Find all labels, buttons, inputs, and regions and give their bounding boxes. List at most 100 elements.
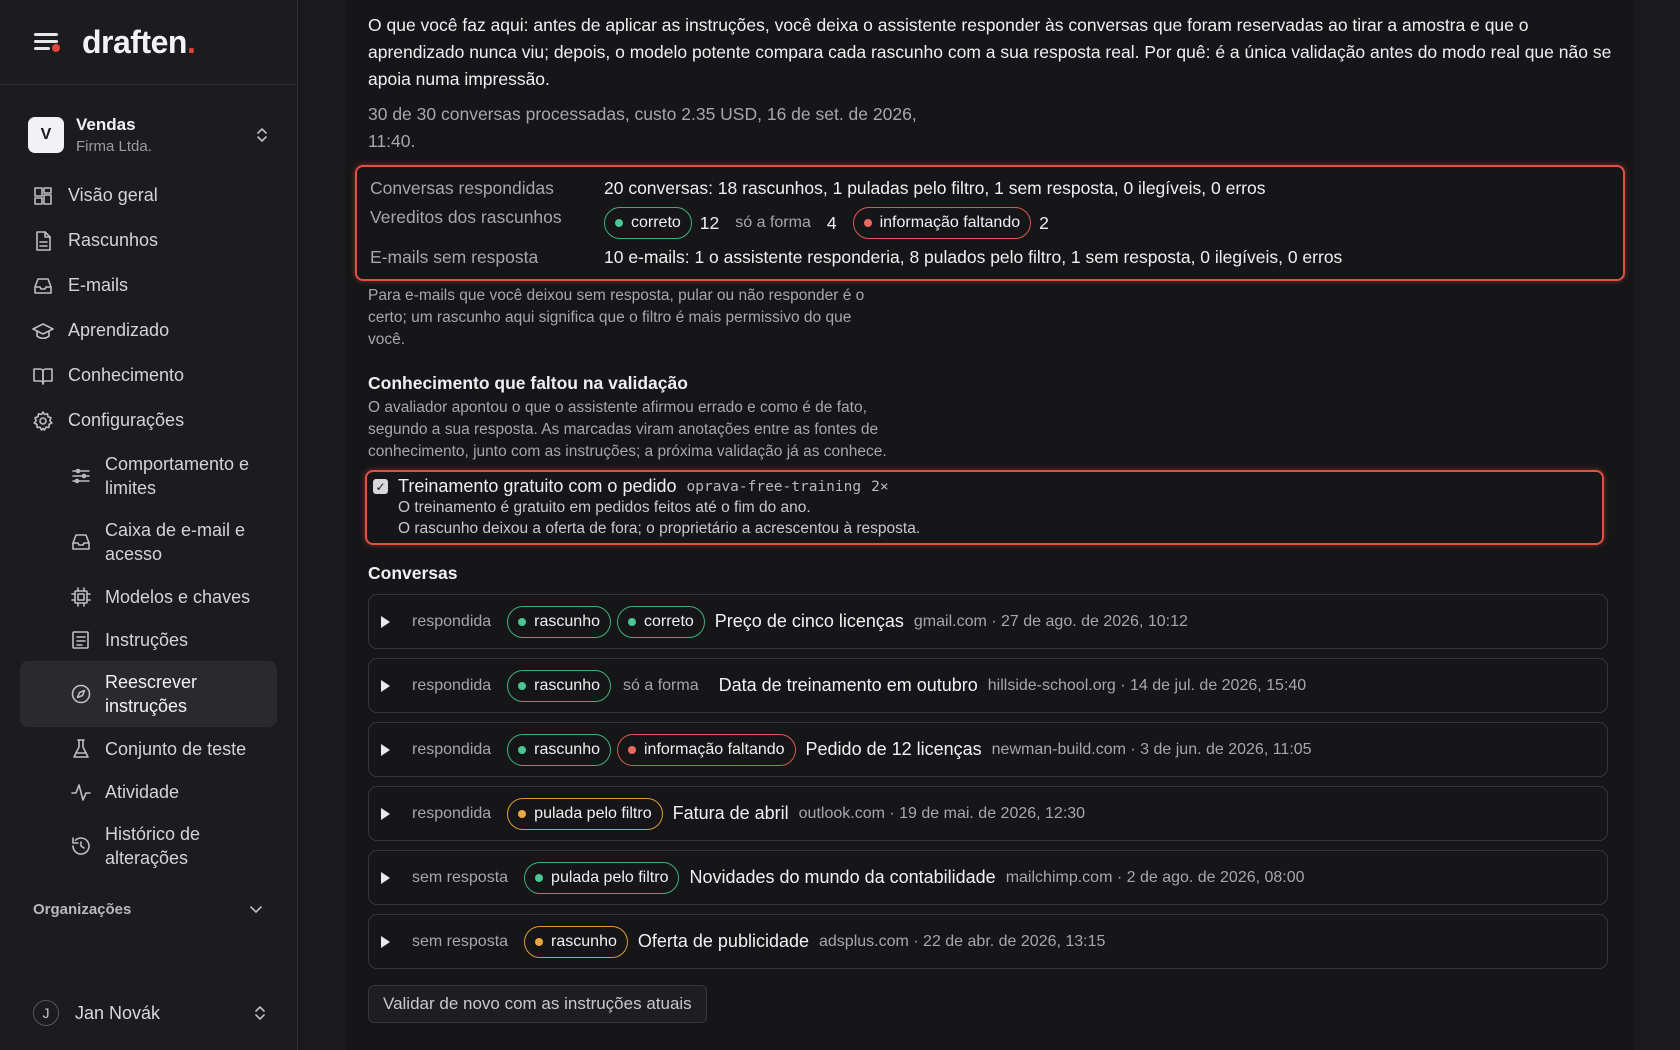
- subnav-item-instructions[interactable]: Instruções: [20, 618, 277, 661]
- book-icon: [33, 367, 53, 385]
- expand-triangle-icon[interactable]: [381, 871, 390, 884]
- conversation-state: respondida: [412, 740, 492, 758]
- workspace-switcher[interactable]: V Vendas Firma Ltda.: [0, 85, 297, 169]
- expand-triangle-icon[interactable]: [381, 935, 390, 948]
- conversation-meta: gmail.com · 27 de ago. de 2026, 10:12: [913, 612, 1188, 630]
- subnav-label: Modelos e chaves: [105, 586, 251, 607]
- conversation-subject: Oferta de publicidade: [637, 931, 809, 951]
- nav-item-overview[interactable]: Visão geral: [0, 173, 297, 218]
- chip-icon: [71, 586, 91, 607]
- organizations-label: Organizações: [33, 901, 132, 918]
- summary-label: E-mails sem resposta: [370, 247, 539, 267]
- summary-row-verdicts: Vereditos dos rascunhos correto 12 só a …: [370, 205, 1610, 241]
- inbox-icon: [72, 534, 90, 550]
- subnav-label: Caixa de e-mail e acesso: [105, 520, 246, 564]
- conversation-row[interactable]: respondida rascunho correto Preço de cinco …: [368, 594, 1608, 649]
- conversation-meta: newman-build.com · 3 de jun. de 2026, 11…: [991, 740, 1312, 758]
- gap-title: Treinamento gratuito com o pedido: [398, 476, 677, 496]
- graduation-cap-icon: [32, 322, 54, 339]
- nav-item-knowledge[interactable]: Conhecimento: [0, 353, 297, 398]
- organizations-section[interactable]: Organizações: [0, 901, 297, 918]
- conversation-row[interactable]: sem resposta rascunho Oferta de publicidad…: [368, 914, 1608, 969]
- chevron-down-icon: [250, 905, 262, 913]
- expand-triangle-icon[interactable]: [381, 743, 390, 756]
- verdict-count-correct: 12: [699, 212, 720, 233]
- conversation-subject: Preço de cinco licenças: [714, 611, 904, 631]
- unanswered-note: Para e-mails que você deixou sem respost…: [368, 287, 865, 348]
- flask-icon: [73, 738, 89, 758]
- gap-count: 2×: [871, 478, 889, 495]
- expand-triangle-icon[interactable]: [381, 679, 390, 692]
- conversation-state: respondida: [412, 804, 492, 822]
- subnav-item-mailbox[interactable]: Caixa de e-mail e acesso: [20, 509, 277, 575]
- main-nav: Visão geral Rascunhos E-mails Aprendizad…: [0, 169, 297, 883]
- gap-checkbox[interactable]: ✓: [373, 479, 388, 494]
- main-content: O que você faz aqui: antes de aplicar as…: [346, 0, 1634, 1050]
- subnav-item-activity[interactable]: Atividade: [20, 770, 277, 813]
- conversation-badge: rascunho: [507, 605, 611, 638]
- summary-row-answered: Conversas respondidas 20 conversas: 18 r…: [370, 172, 1610, 205]
- inbox-icon: [34, 277, 52, 294]
- conversation-subject: Fatura de abril: [672, 803, 789, 823]
- summary-row-unanswered: E-mails sem resposta 10 e-mails: 1 o ass…: [370, 241, 1610, 274]
- conversation-state: respondida: [412, 676, 492, 694]
- nav-item-drafts[interactable]: Rascunhos: [0, 218, 297, 263]
- user-menu[interactable]: J Jan Novák: [33, 1000, 267, 1026]
- conversation-meta: outlook.com · 19 de mai. de 2026, 12:30: [798, 804, 1086, 822]
- conversation-subject: Pedido de 12 licenças: [805, 739, 982, 759]
- workspace-avatar: V: [28, 117, 64, 153]
- conversation-state: sem resposta: [412, 932, 509, 950]
- nav-item-label: E-mails: [68, 275, 129, 295]
- gap-fact: O treinamento é gratuito em pedidos feit…: [398, 499, 811, 516]
- conversation-badge: só a forma: [623, 676, 699, 694]
- verdict-badge-missing: informação faltando: [852, 207, 1032, 239]
- nav-item-label: Aprendizado: [68, 320, 170, 340]
- conversation-badge: rascunho: [524, 925, 628, 958]
- menu-icon[interactable]: [34, 31, 60, 53]
- conversation-row[interactable]: respondida pulada pelo filtro Fatura de ab…: [368, 786, 1608, 841]
- subnav-item-history[interactable]: Histórico de alterações: [20, 813, 277, 879]
- summary-label: Vereditos dos rascunhos: [370, 207, 562, 227]
- nav-item-learning[interactable]: Aprendizado: [0, 308, 297, 353]
- chevron-updown-icon: [255, 1006, 265, 1020]
- conversation-row[interactable]: sem resposta pulada pelo filtro Novidades …: [368, 850, 1608, 905]
- workspace-name: Vendas: [76, 115, 136, 134]
- conversation-state: sem resposta: [412, 868, 509, 886]
- gap-reason: O rascunho deixou a oferta de fora; o pr…: [398, 520, 921, 537]
- nav-item-emails[interactable]: E-mails: [0, 263, 297, 308]
- verdict-label-form: só a forma: [735, 214, 811, 231]
- verdict-badge-correct: correto: [604, 207, 692, 239]
- conversations-title: Conversas: [368, 563, 458, 583]
- subnav-item-rewrite-instructions[interactable]: Reescrever instruções: [20, 661, 277, 727]
- validation-summary: Conversas respondidas 20 conversas: 18 r…: [355, 165, 1625, 281]
- chevron-updown-icon: [255, 126, 269, 144]
- expand-triangle-icon[interactable]: [381, 807, 390, 820]
- logo[interactable]: draften.: [82, 24, 196, 61]
- conversation-state: respondida: [412, 612, 492, 630]
- gap-code: oprava-free-training: [686, 478, 862, 495]
- gap-section-title: Conhecimento que faltou na validação: [368, 373, 688, 393]
- conversation-row[interactable]: respondida rascunho informação faltando Ped…: [368, 722, 1608, 777]
- revalidate-button[interactable]: Validar de novo com as instruções atuais: [368, 985, 707, 1023]
- summary-value: 20 conversas: 18 rascunhos, 1 puladas pe…: [604, 178, 1266, 198]
- expand-triangle-icon[interactable]: [381, 615, 390, 628]
- verdict-count-form: 4: [826, 212, 837, 233]
- intro-text: O que você faz aqui: antes de aplicar as…: [368, 15, 1612, 89]
- subnav-item-test-set[interactable]: Conjunto de teste: [20, 727, 277, 770]
- conversation-badge: pulada pelo filtro: [507, 797, 663, 830]
- subnav-item-models[interactable]: Modelos e chaves: [20, 575, 277, 618]
- conversation-meta: hillside-school.org · 14 de jul. de 2026…: [987, 676, 1307, 694]
- nav-item-label: Visão geral: [68, 185, 158, 205]
- workspace-company: Firma Ltda.: [76, 138, 152, 155]
- knowledge-gap-item: ✓ Treinamento gratuito com o pedido opra…: [365, 470, 1604, 545]
- subnav-item-behavior[interactable]: Comportamento e limites: [20, 443, 277, 509]
- list-icon: [72, 630, 89, 649]
- summary-label: Conversas respondidas: [370, 178, 554, 198]
- avatar: J: [33, 1000, 59, 1026]
- conversation-badge: rascunho: [507, 733, 611, 766]
- nav-item-settings[interactable]: Configurações: [0, 398, 297, 443]
- conversation-row[interactable]: respondida rascunho só a forma Data de trei…: [368, 658, 1608, 713]
- gear-icon: [33, 410, 53, 431]
- nav-item-label: Rascunhos: [68, 230, 159, 250]
- summary-value: 10 e-mails: 1 o assistente responderia, …: [604, 247, 1343, 267]
